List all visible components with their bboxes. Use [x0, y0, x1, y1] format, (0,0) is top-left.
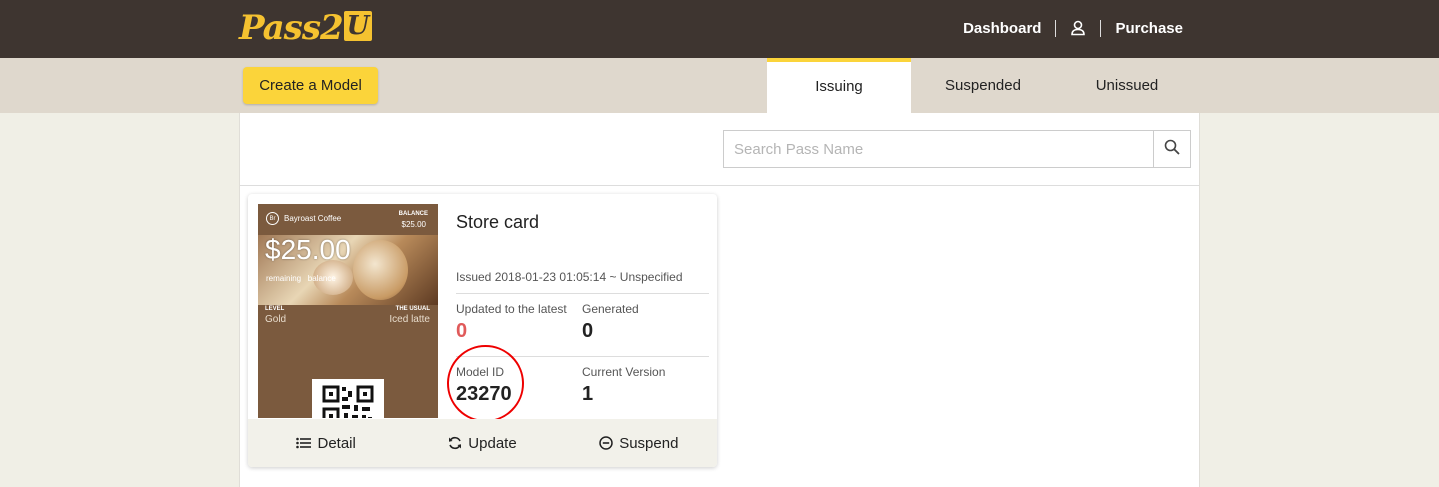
- minus-circle-icon: [599, 436, 613, 450]
- nav-dashboard-link[interactable]: Dashboard: [963, 20, 1041, 37]
- pass-brand: Br Bayroast Coffee: [266, 212, 341, 225]
- model-id-highlight-circle: [447, 345, 524, 422]
- update-button[interactable]: Update: [404, 419, 560, 467]
- updated-label: Updated to the latest: [456, 302, 567, 316]
- current-version-value: 1: [582, 383, 594, 405]
- pass-brand-name: Bayroast Coffee: [284, 214, 342, 223]
- pass-usual-label: THE USUAL: [395, 306, 430, 312]
- generated-label: Generated: [582, 302, 639, 316]
- tab-unissued[interactable]: Unissued: [1055, 58, 1199, 113]
- search-box: [723, 130, 1191, 168]
- card-title: Store card: [456, 212, 540, 232]
- pass-level-label: LEVEL: [265, 306, 285, 312]
- detail-button[interactable]: Detail: [248, 419, 404, 467]
- tab-issuing[interactable]: Issuing: [767, 58, 911, 113]
- detail-label: Detail: [317, 434, 356, 452]
- generated-count: 0: [582, 320, 594, 342]
- brand-logo-icon: Br: [266, 212, 279, 225]
- nav-divider: [1055, 19, 1057, 37]
- logo-box: U: [343, 11, 373, 41]
- create-model-button[interactable]: Create a Model: [243, 67, 378, 104]
- pass-balance-value: $25.00: [401, 220, 426, 229]
- card-divider: [456, 293, 709, 294]
- list-icon: [296, 437, 312, 449]
- pass-amount: $25.00: [265, 234, 351, 265]
- updated-count: 0: [456, 320, 468, 342]
- search-icon: [1164, 139, 1180, 160]
- refresh-icon: [448, 436, 462, 450]
- pass-amount-caption: remaining balance: [266, 274, 336, 283]
- issued-period: Issued 2018-01-23 01:05:14 ~ Unspecified: [456, 270, 683, 284]
- tab-suspended[interactable]: Suspended: [911, 58, 1055, 113]
- pass-usual-value: Iced latte: [389, 314, 430, 325]
- current-version-label: Current Version: [582, 365, 666, 379]
- nav-divider: [1100, 19, 1102, 37]
- top-bar: Pass2 U Dashboard Purchase: [0, 0, 1439, 58]
- pass2u-logo[interactable]: Pass2 U: [239, 6, 373, 50]
- card-actions: Detail Update Suspend: [248, 419, 717, 467]
- suspend-label: Suspend: [619, 434, 679, 452]
- pass-level-value: Gold: [265, 314, 287, 325]
- top-nav: Dashboard Purchase: [963, 0, 1183, 56]
- user-icon[interactable]: [1070, 20, 1086, 36]
- pass-balance-label: BALANCE: [398, 211, 428, 217]
- update-label: Update: [468, 434, 517, 452]
- suspend-button[interactable]: Suspend: [561, 419, 717, 467]
- pass-preview[interactable]: Br Bayroast Coffee BALANCE $25.00 $25.00…: [258, 204, 438, 418]
- tab-bar: [0, 58, 1439, 113]
- nav-purchase-link[interactable]: Purchase: [1115, 20, 1183, 37]
- qr-code-icon: [312, 379, 384, 418]
- pass-model-card: Br Bayroast Coffee BALANCE $25.00 $25.00…: [248, 194, 717, 467]
- divider: [240, 185, 1199, 186]
- search-input[interactable]: [724, 131, 1153, 167]
- search-button[interactable]: [1153, 131, 1190, 167]
- logo-text: Pass2: [239, 8, 344, 48]
